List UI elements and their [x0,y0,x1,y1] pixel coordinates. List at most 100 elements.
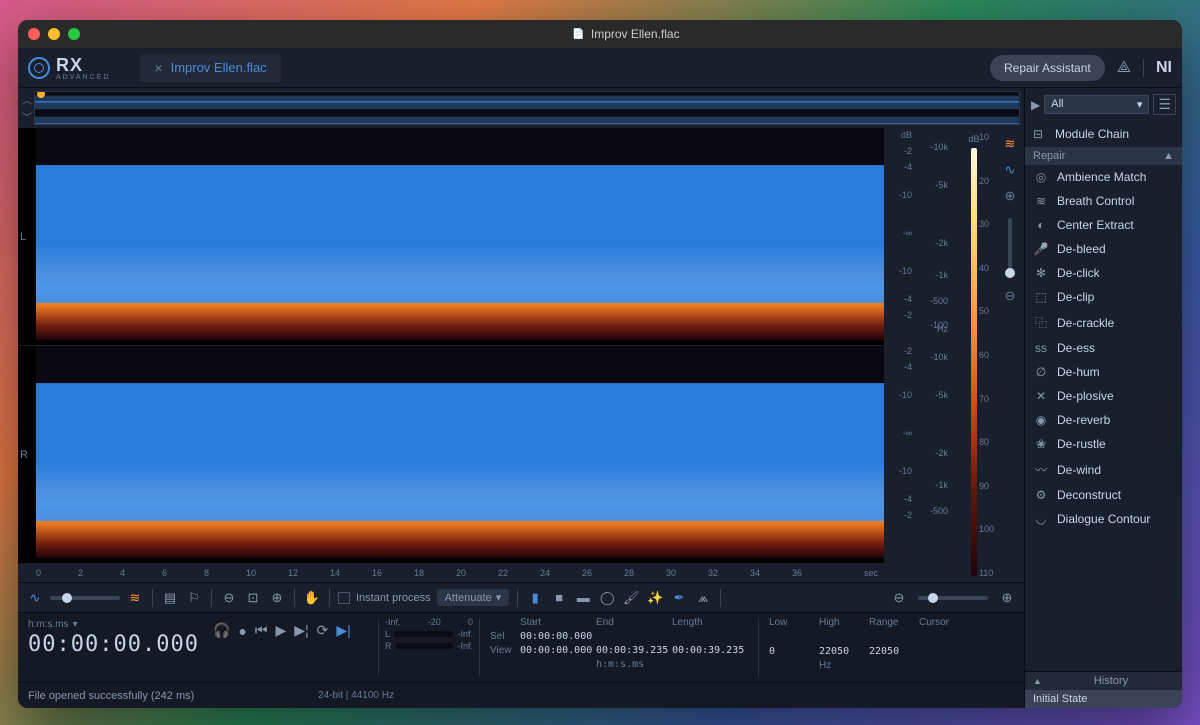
module-de-hum[interactable]: ∅De-hum [1025,360,1182,384]
zoom-in-icon[interactable]: ⊕ [268,589,286,607]
zoom-out-freq-icon[interactable]: ⊖ [1005,288,1016,304]
spectro-canvas-left[interactable] [36,128,884,340]
wand-tool-icon[interactable]: ✨ [646,589,664,607]
module-chain-button[interactable]: ⊟ Module Chain [1025,121,1182,147]
module-ambience-match[interactable]: ◎Ambience Match [1025,165,1182,189]
module-play-icon[interactable]: ▶ [1031,98,1040,112]
module-de-reverb[interactable]: ◉De-reverb [1025,408,1182,432]
zoom-out-icon[interactable]: ⊖ [220,589,238,607]
module-center-extract[interactable]: ◐Center Extract [1025,213,1182,237]
file-info: 24-bit | 44100 Hz [318,690,394,701]
brush-tool-icon[interactable]: 🖌 [622,589,640,607]
window-title-text: Improv Ellen.flac [591,27,680,41]
horizontal-zoom-slider[interactable] [918,596,988,600]
ni-logo: NI [1143,59,1172,77]
loop-button[interactable]: ⟳ [317,622,329,639]
close-window-button[interactable] [28,28,40,40]
dialogue-contour-icon: ◡ [1033,512,1049,526]
titlebar: 📄 Improv Ellen.flac [18,20,1182,48]
spectrogram-channels[interactable]: L [18,128,884,582]
module-de-wind[interactable]: 〰De-wind [1025,456,1182,483]
headphones-icon[interactable]: 🎧 [213,622,230,639]
instant-process-checkbox[interactable] [338,592,350,604]
meter-bar-right [396,643,454,649]
zoom-out-h-icon[interactable]: ⊖ [890,589,908,607]
waveform-view-icon[interactable]: ∿ [1005,162,1016,178]
content-area: ︿ ﹀ [18,88,1182,708]
process-mode-select[interactable]: Attenuate▾ [437,589,510,606]
module-de-ess[interactable]: ssDe-ess [1025,336,1182,360]
timeline-unit: sec [864,568,878,578]
timeline-ruler[interactable]: 0 2 4 6 8 10 12 14 16 18 20 22 24 26 [18,564,884,582]
collapse-up-icon[interactable]: ︿ [22,92,32,107]
grab-tool-icon[interactable]: ✋ [303,589,321,607]
freq-zoom-slider[interactable] [1008,218,1012,278]
broadcast-icon[interactable]: ⟁ [1117,59,1131,77]
module-filter-select[interactable]: All▾ [1044,95,1149,114]
connect-tool-icon[interactable]: ⩕ [694,589,712,607]
zoom-selection-icon[interactable]: ⊡ [244,589,262,607]
module-de-clip[interactable]: ⬚De-clip [1025,285,1182,309]
rewind-button[interactable]: ⏮ [255,622,268,639]
return-button[interactable]: ▶| [336,622,350,639]
amplitude-color-scale: dB 10 20 30 40 50 60 70 80 90 100 110 [952,128,996,582]
de-reverb-icon: ◉ [1033,413,1049,427]
minimize-window-button[interactable] [48,28,60,40]
freq-range-block: LowHighRangeCursor 02205022050 Hz [759,613,979,682]
module-dialogue-contour[interactable]: ◡Dialogue Contour [1025,507,1182,531]
category-repair[interactable]: Repair ▲ [1025,147,1182,165]
spectrogram-icon[interactable]: ≋ [126,589,144,607]
chevron-down-icon: ▾ [73,619,78,630]
module-chain-label: Module Chain [1055,127,1129,141]
channel-label-right: R [20,449,28,461]
close-tab-icon[interactable]: × [154,60,162,76]
zoom-in-h-icon[interactable]: ⊕ [998,589,1016,607]
de-hum-icon: ∅ [1033,365,1049,379]
spectrogram-area: L [18,128,1024,582]
opacity-slider[interactable] [50,596,120,600]
spectro-canvas-right[interactable] [36,346,884,558]
de-rustle-icon: ❀ [1033,437,1049,451]
freq-select-tool-icon[interactable]: ▬ [574,589,592,607]
timefreq-select-tool-icon[interactable]: ■ [550,589,568,607]
time-select-tool-icon[interactable]: ▮ [526,589,544,607]
loop-preview-button[interactable]: ▶¦ [294,622,308,639]
waveform-icon[interactable]: ∿ [26,589,44,607]
de-crackle-icon: ⿻ [1033,314,1049,331]
clip-list-icon[interactable]: ▤ [161,589,179,607]
color-gradient-bar [971,148,977,576]
module-de-bleed[interactable]: 🎤De-bleed [1025,237,1182,261]
overview-strip: ︿ ﹀ [18,88,1024,128]
zoom-window-button[interactable] [68,28,80,40]
module-de-click[interactable]: ✻De-click [1025,261,1182,285]
record-button[interactable]: ● [238,623,246,639]
zoom-in-freq-icon[interactable]: ⊕ [1005,188,1016,204]
play-button[interactable]: ▶ [275,622,286,639]
module-sidebar: ▶ All▾ ☰ ⊟ Module Chain Repair ▲ ◎Ambien… [1024,88,1182,708]
module-de-rustle[interactable]: ❀De-rustle [1025,432,1182,456]
overview-waveform[interactable] [34,91,1020,125]
collapse-down-icon[interactable]: ﹀ [22,109,32,124]
history-item[interactable]: Initial State [1025,690,1182,708]
pen-tool-icon[interactable]: ✒ [670,589,688,607]
instant-process-label: Instant process [356,592,431,604]
lasso-tool-icon[interactable]: ◯ [598,589,616,607]
hz-scale: -10k -5k -2k -1k -500 -100 Hz -10k -5k -… [916,128,952,582]
de-plosive-icon: ✕ [1033,389,1049,403]
level-meter: -Inf.-200 L-Inf. R-Inf. [379,613,479,682]
triangle-up-icon: ▲ [1033,676,1042,686]
module-deconstruct[interactable]: ⚙Deconstruct [1025,483,1182,507]
markers-icon[interactable]: ⚐ [185,589,203,607]
db-scale: dB -2 -4 -10 -∞ -10 -4 -2 -2 -4 -10 -∞ -… [884,128,916,582]
module-menu-icon[interactable]: ☰ [1153,94,1176,115]
history-header[interactable]: ▲History [1025,672,1182,690]
category-label: Repair [1033,150,1065,162]
module-breath-control[interactable]: ≋Breath Control [1025,189,1182,213]
spectrogram-view-icon[interactable]: ≋ [1005,136,1016,152]
traffic-lights [28,28,80,40]
repair-assistant-button[interactable]: Repair Assistant [990,55,1105,81]
file-tab[interactable]: × Improv Ellen.flac [140,54,280,82]
module-de-plosive[interactable]: ✕De-plosive [1025,384,1182,408]
module-de-crackle[interactable]: ⿻De-crackle [1025,309,1182,336]
de-ess-icon: ss [1033,341,1049,355]
